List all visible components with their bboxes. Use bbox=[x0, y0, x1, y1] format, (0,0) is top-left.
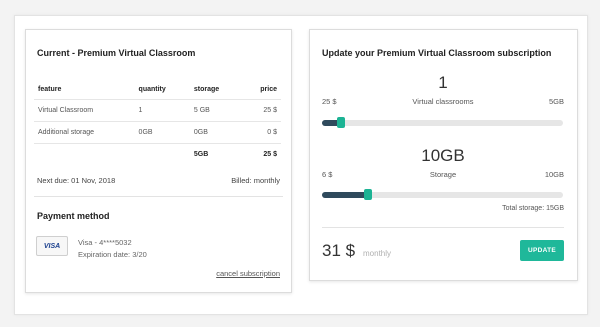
col-quantity: quantity bbox=[138, 85, 166, 93]
next-due-date: Next due: 01 Nov, 2018 bbox=[37, 176, 116, 185]
cell-feature: Virtual Classroom bbox=[34, 99, 135, 122]
slider-fill bbox=[322, 192, 368, 198]
card-expiration: Expiration date: 3/20 bbox=[78, 250, 147, 259]
classrooms-label: Virtual classrooms bbox=[412, 97, 474, 106]
storage-slider[interactable] bbox=[322, 189, 563, 200]
cell-storage: 5 GB bbox=[189, 99, 243, 122]
col-storage: storage bbox=[193, 85, 220, 93]
classrooms-count: 1 bbox=[438, 73, 448, 92]
visa-card-icon: VISA bbox=[36, 236, 68, 256]
divider bbox=[34, 196, 283, 197]
slider-handle[interactable] bbox=[363, 189, 372, 200]
table-row: Additional storage 0GB 0GB 0 $ bbox=[34, 121, 281, 144]
storage-max: 10GB bbox=[544, 170, 564, 179]
col-price: price bbox=[260, 85, 277, 93]
classrooms-max: 5GB bbox=[548, 97, 564, 106]
cell-feature: Additional storage bbox=[34, 121, 135, 144]
features-table: feature quantity storage price Virtual C… bbox=[34, 79, 281, 165]
update-title: Update your Premium Virtual Classroom su… bbox=[322, 48, 552, 58]
cell-quantity: 0GB bbox=[134, 121, 190, 144]
table-row: Virtual Classroom 1 5 GB 25 $ bbox=[34, 99, 281, 122]
new-price: 31 $ bbox=[322, 241, 356, 260]
update-button[interactable]: UPDATE bbox=[520, 240, 564, 261]
storage-label: Storage bbox=[429, 170, 457, 179]
slider-handle[interactable] bbox=[337, 117, 346, 128]
current-plan-title: Current - Premium Virtual Classroom bbox=[37, 48, 196, 58]
billing-period-label: monthly bbox=[363, 249, 392, 258]
total-price: 25 $ bbox=[242, 143, 281, 165]
col-feature: feature bbox=[38, 85, 62, 93]
current-subscription-card: Current - Premium Virtual Classroom feat… bbox=[25, 29, 292, 293]
table-header-row: feature quantity storage price bbox=[34, 79, 281, 100]
cell-storage: 0GB bbox=[189, 121, 243, 144]
cancel-subscription-link[interactable]: cancel subscription bbox=[216, 269, 280, 278]
card-number: Visa - 4****5032 bbox=[78, 238, 132, 247]
classrooms-slider[interactable] bbox=[322, 117, 563, 128]
payment-method-title: Payment method bbox=[37, 211, 110, 221]
divider bbox=[322, 227, 564, 228]
cell-quantity: 1 bbox=[134, 99, 190, 122]
total-storage-label: Total storage: 15GB bbox=[502, 205, 564, 212]
table-total-row: 5GB 25 $ bbox=[34, 143, 281, 165]
update-subscription-card: Update your Premium Virtual Classroom su… bbox=[309, 29, 578, 281]
total-storage: 5GB bbox=[189, 143, 243, 165]
billing-period: Billed: monthly bbox=[231, 176, 280, 185]
cell-price: 25 $ bbox=[242, 99, 281, 122]
cell-price: 0 $ bbox=[242, 121, 281, 144]
storage-amount: 10GB bbox=[421, 146, 465, 165]
